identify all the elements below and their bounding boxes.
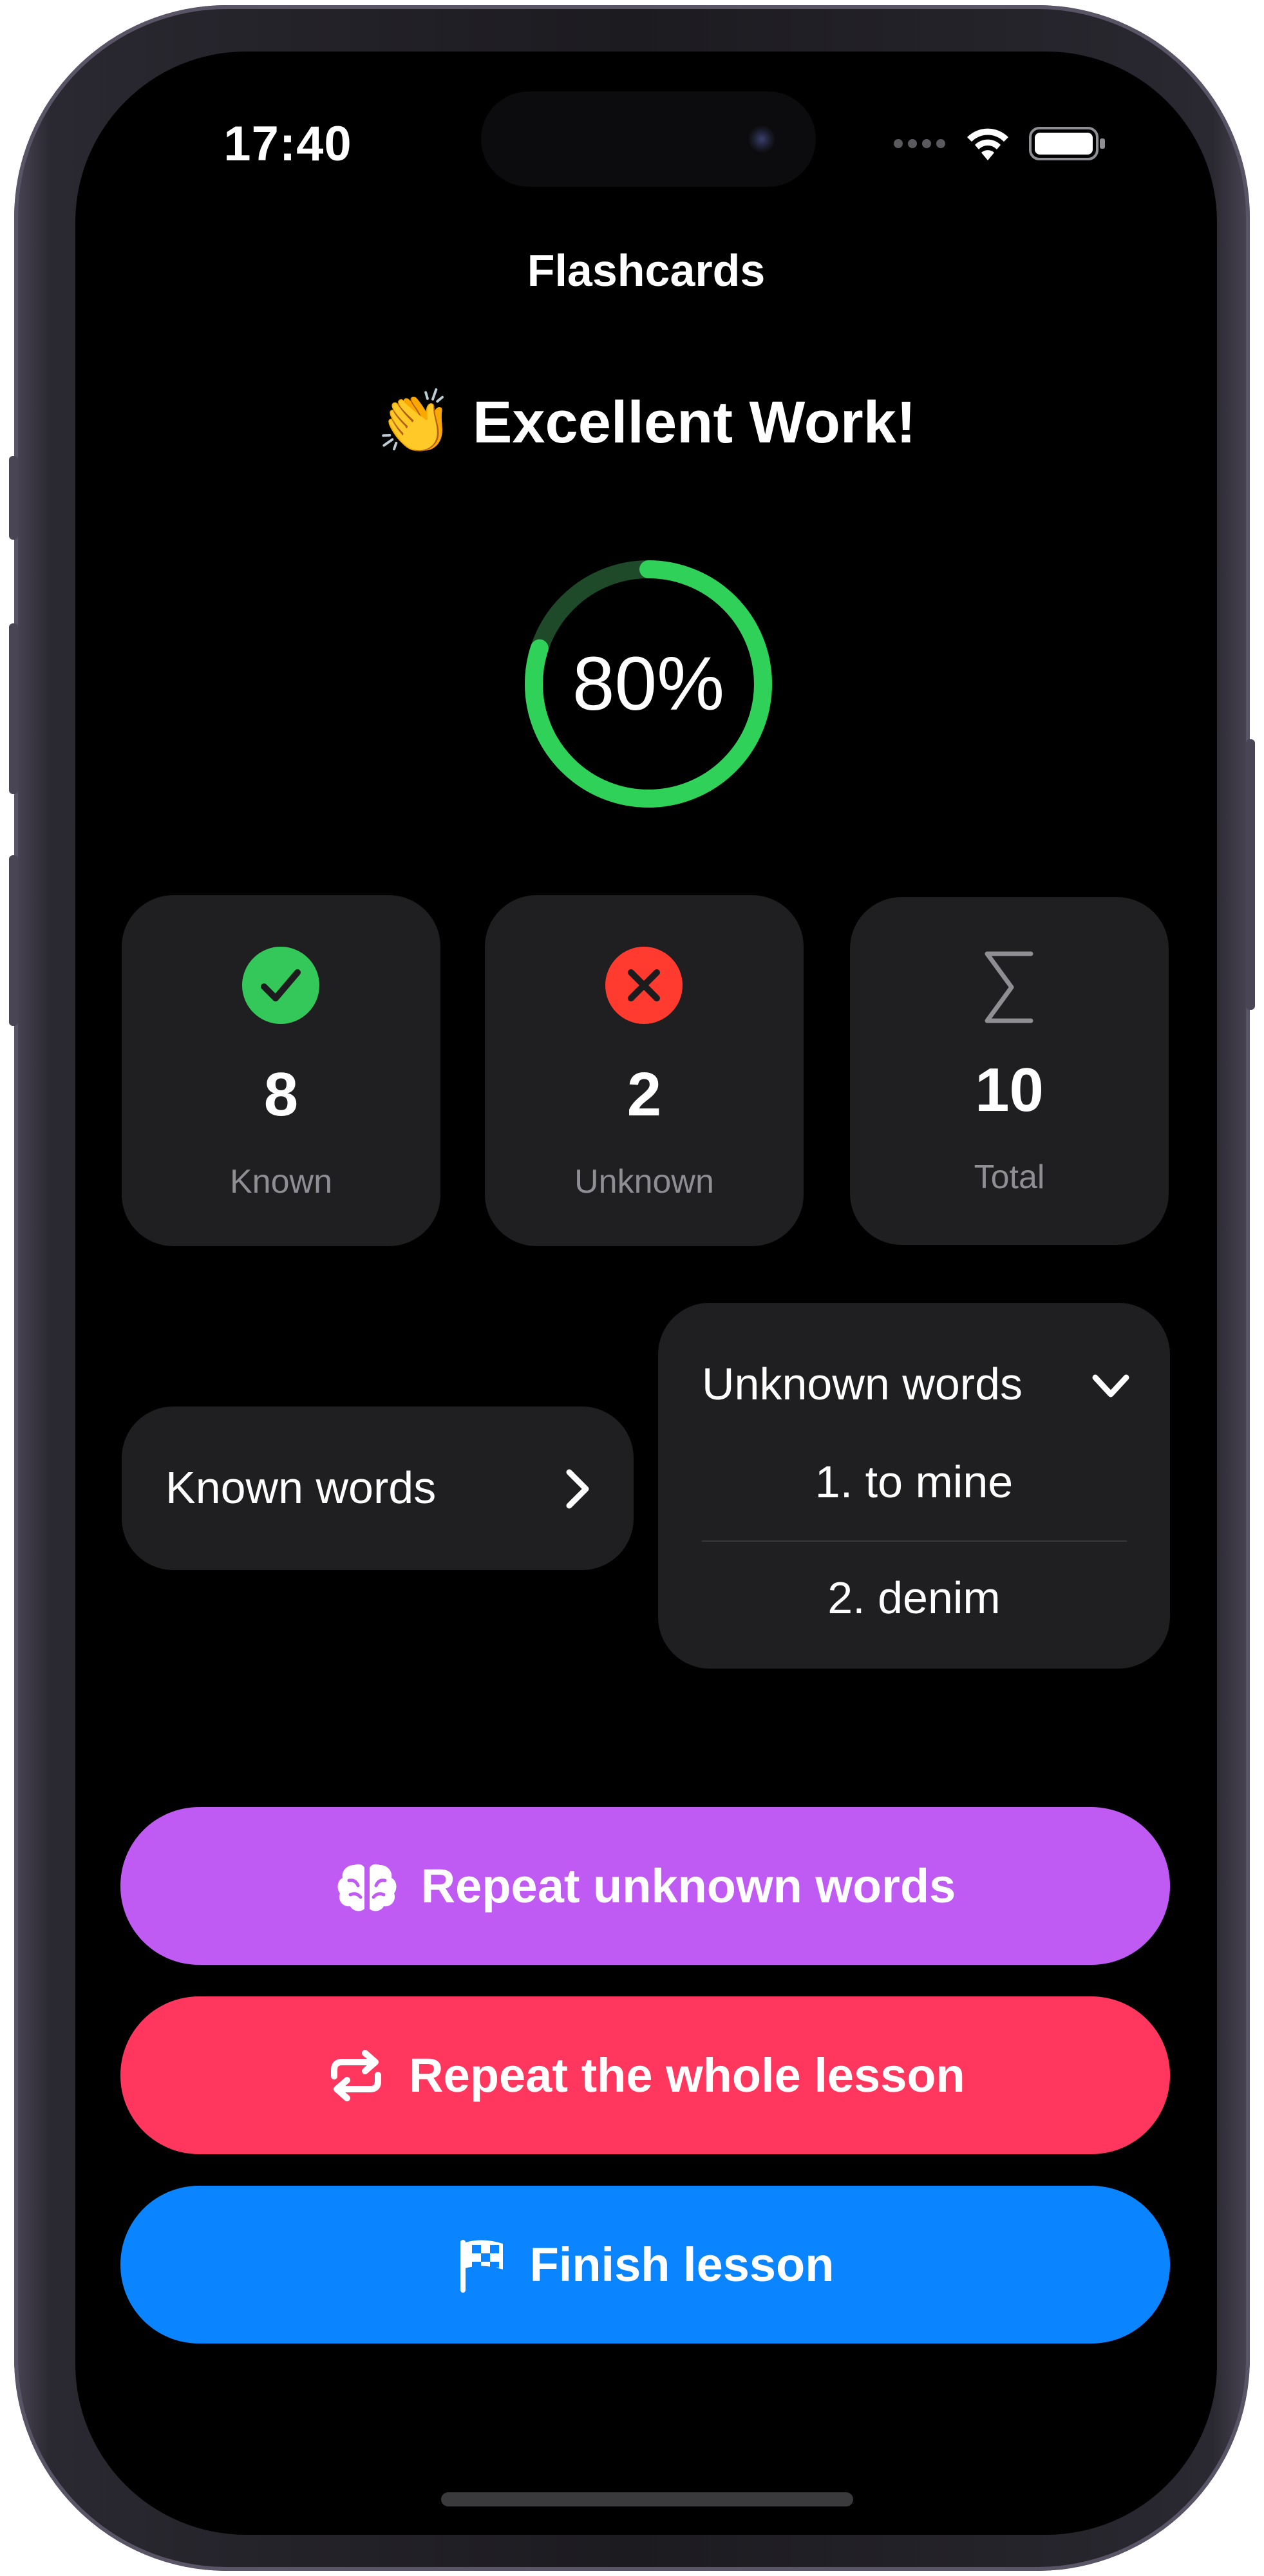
list-item: 1. to mine [815, 1457, 1014, 1507]
chevron-right-icon [566, 1469, 589, 1509]
unknown-words-panel: Unknown words 1. to mine 2. denim [658, 1303, 1170, 1669]
status-time: 17:40 [223, 117, 352, 171]
repeat-lesson-label: Repeat the whole lesson [409, 2049, 965, 2102]
repeat-lesson-button[interactable]: Repeat the whole lesson [120, 1996, 1170, 2154]
finish-lesson-label: Finish lesson [529, 2238, 835, 2291]
phone-frame: 17:40 Flashcards 👏 Excellent Work! 80% 8… [9, 5, 1255, 2571]
cellular-icon [894, 139, 945, 148]
finish-lesson-button[interactable]: Finish lesson [120, 2186, 1170, 2344]
volume-up-button [9, 623, 18, 794]
checkmark-circle-icon [242, 947, 319, 1024]
known-words-label: Known words [165, 1463, 437, 1513]
unknown-label: Unknown [574, 1163, 714, 1200]
status-icons [893, 121, 1108, 166]
repeat-unknown-button[interactable]: Repeat unknown words [120, 1807, 1170, 1965]
known-words-button[interactable]: Known words [122, 1406, 634, 1570]
result-headline: 👏 Excellent Work! [75, 386, 1217, 459]
stat-card-unknown: 2 Unknown [485, 895, 804, 1246]
score-ring: 80% [520, 555, 777, 813]
total-count: 10 [975, 1056, 1044, 1124]
repeat-icon [331, 2049, 382, 2101]
brain-icon [337, 1864, 397, 1911]
checkered-flag-icon [460, 2239, 503, 2293]
camera-icon [748, 125, 776, 153]
score-label: 80% [572, 641, 725, 726]
repeat-unknown-label: Repeat unknown words [420, 1859, 956, 1913]
stat-card-known: 8 Known [122, 895, 440, 1246]
sigma-icon [985, 951, 1033, 1023]
dynamic-island [481, 91, 816, 187]
unknown-count: 2 [627, 1060, 662, 1129]
total-label: Total [974, 1159, 1045, 1196]
volume-down-button [9, 855, 18, 1026]
wifi-icon [967, 128, 1008, 160]
chevron-down-icon [1092, 1374, 1129, 1397]
action-button [9, 456, 18, 540]
unknown-words-header[interactable]: Unknown words [658, 1303, 1170, 1464]
stat-card-total: 10 Total [850, 897, 1169, 1245]
known-count: 8 [263, 1060, 299, 1129]
headline-text: Excellent Work! [473, 389, 916, 455]
power-button [1246, 739, 1255, 1010]
battery-icon [1029, 127, 1105, 160]
divider [702, 1540, 1127, 1542]
home-indicator[interactable] [441, 2492, 853, 2506]
known-label: Known [230, 1163, 332, 1200]
nav-title: Flashcards [527, 245, 766, 296]
unknown-words-label: Unknown words [702, 1359, 1023, 1409]
screen: 17:40 Flashcards 👏 Excellent Work! 80% 8… [75, 52, 1217, 2535]
list-item: 2. denim [827, 1573, 1001, 1623]
clapping-hands-icon: 👏 [376, 388, 453, 457]
x-circle-icon [605, 947, 683, 1024]
